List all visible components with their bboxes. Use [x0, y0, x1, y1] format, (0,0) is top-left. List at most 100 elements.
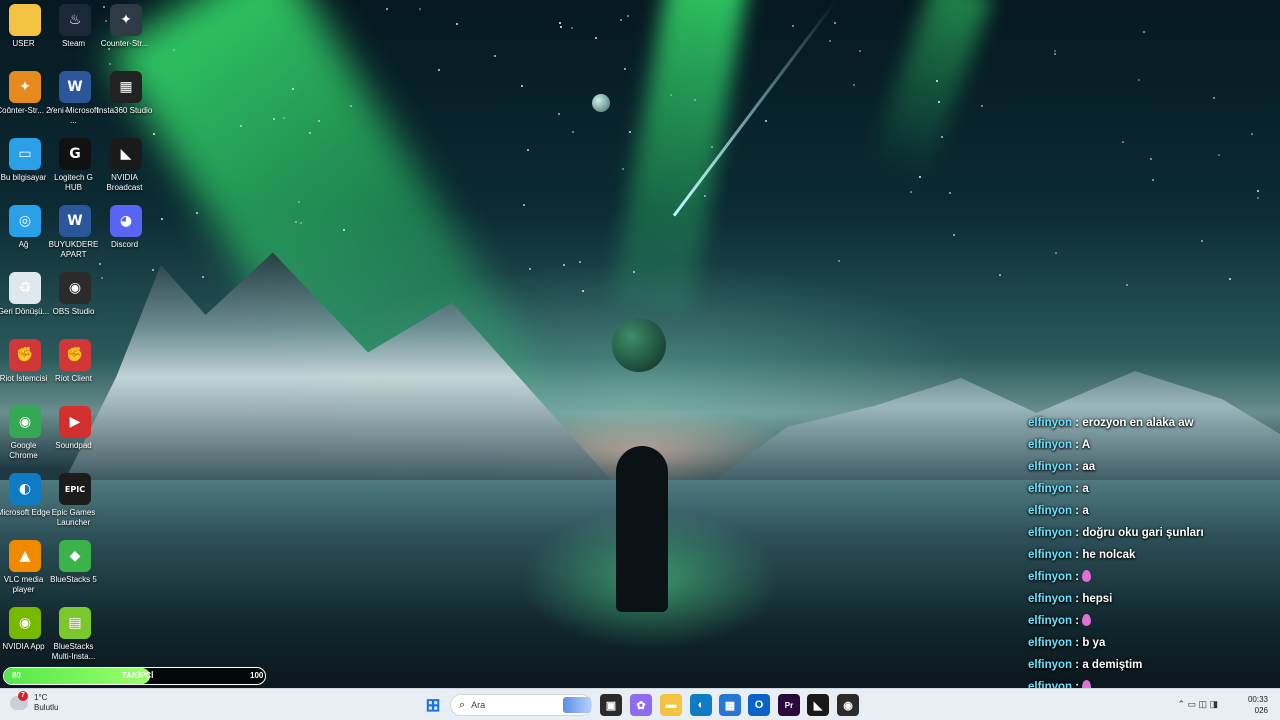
chat-message: elfinyon : — [1028, 568, 1280, 590]
desktop-icon[interactable]: ▲ VLC media player — [0, 540, 50, 604]
chat-username: elfinyon — [1028, 505, 1073, 517]
chat-text: erozyon en alaka aw — [1082, 417, 1194, 429]
desktop-icon[interactable]: EPIC Epic Games Launcher — [50, 473, 100, 537]
star — [1122, 141, 1124, 143]
star — [829, 40, 831, 42]
windows-start-icon[interactable]: ⊞ — [422, 694, 444, 716]
chat-message: elfinyon : he nolcak — [1028, 546, 1280, 568]
desktop-icon[interactable]: ✦ Counter-Str... 2 — [0, 71, 51, 135]
edge-icon: ◐ — [9, 473, 41, 505]
planet — [612, 318, 666, 372]
file-explorer-icon[interactable]: ▬ — [660, 694, 682, 716]
microsoft-store-icon[interactable]: ▦ — [719, 694, 741, 716]
star — [579, 261, 581, 263]
desktop-icon[interactable]: ✊ Riot İstemcisi — [0, 339, 50, 403]
desktop-icon[interactable]: ♻ Geri Dönüşü... — [0, 272, 50, 336]
desktop-icon-label: VLC media player — [3, 575, 44, 594]
nvidia-broadcast-icon[interactable]: ◣ — [807, 694, 829, 716]
copilot-icon[interactable]: ✿ — [630, 694, 652, 716]
task-view-icon[interactable]: ▣ — [600, 694, 622, 716]
desktop-icon-label: Soundpad — [55, 441, 92, 450]
chat-separator: : — [1072, 593, 1083, 605]
bluestacks-multi-icon: ▤ — [59, 607, 91, 639]
obs-studio-icon: ◉ — [59, 272, 91, 304]
star — [834, 22, 836, 24]
droplet-emote-icon — [1082, 570, 1092, 582]
weather-temperature: 1°C — [34, 693, 48, 702]
desktop-icon[interactable]: W Yeni Microsoft ... — [49, 71, 100, 135]
chat-message: elfinyon : doğru oku gari şunları — [1028, 524, 1280, 546]
desktop-icon[interactable]: ▶ Soundpad — [50, 406, 100, 470]
follower-goal-bar: 80 TAKİPÇİ 100 — [3, 667, 266, 685]
desktop-icon-label: Google Chrome — [9, 441, 38, 460]
star — [1201, 240, 1203, 242]
star — [853, 84, 855, 86]
outlook-icon[interactable]: O — [748, 694, 770, 716]
desktop-icon[interactable]: ◉ OBS Studio — [50, 272, 100, 336]
desktop-icon[interactable]: ▭ Bu bilgisayar — [0, 138, 50, 202]
desktop-icon[interactable]: ◎ Ağ — [0, 205, 50, 269]
desktop-icon[interactable]: G Logitech G HUB — [50, 138, 100, 202]
desktop-icon[interactable]: W BUYUKDERE APART — [49, 205, 100, 269]
desktop-icon-label: Counter-Str... 2 — [0, 106, 51, 115]
desktop-icon[interactable]: ◐ Microsoft Edge — [0, 473, 50, 537]
system-tray[interactable]: ⌃ ▭ ◫ ◨ — [1177, 699, 1218, 710]
follower-goal-label: TAKİPÇİ — [122, 671, 154, 680]
steam-icon: ♨ — [59, 4, 91, 36]
chat-text: a — [1082, 505, 1089, 517]
star — [101, 277, 103, 279]
star — [563, 264, 565, 266]
star — [1229, 278, 1231, 280]
desktop-icon-label: BUYUKDERE APART — [48, 240, 99, 259]
desktop-icon[interactable]: ▤ BlueStacks Multi-Insta... — [50, 607, 100, 671]
aurora-band — [611, 0, 749, 315]
desktop-icon[interactable]: ✦ Counter-Str... — [101, 4, 151, 68]
chat-separator: : — [1072, 417, 1083, 429]
chat-username: elfinyon — [1028, 571, 1073, 583]
word-document-icon: W — [59, 71, 91, 103]
chat-separator: : — [1072, 549, 1083, 561]
follower-goal-target: 100 — [250, 671, 264, 680]
star — [559, 22, 561, 24]
desktop-icon[interactable]: ◉ Google Chrome — [0, 406, 50, 470]
obs-studio-icon[interactable]: ◉ — [837, 694, 859, 716]
star — [529, 268, 531, 270]
search-highlight-icon — [563, 697, 591, 713]
desktop-icon[interactable]: ▦ Insta360 Studio — [97, 71, 152, 135]
desktop-icon-label: Yeni Microsoft ... — [48, 106, 99, 125]
star — [938, 101, 940, 103]
star — [283, 117, 285, 119]
star — [318, 120, 320, 122]
star — [456, 23, 458, 25]
desktop-icon[interactable]: ◕ Discord — [101, 205, 151, 269]
weather-widget[interactable]: 7 1°C Bulutlu — [10, 691, 58, 713]
notification-badge: 7 — [18, 691, 28, 701]
desktop-icon[interactable]: USER — [0, 4, 50, 68]
star — [981, 105, 983, 107]
chat-text: doğru oku gari şunları — [1082, 527, 1204, 539]
star — [859, 50, 861, 52]
this-pc-icon: ▭ — [9, 138, 41, 170]
clock[interactable]: 00:33 026 — [1248, 694, 1268, 716]
chat-username: elfinyon — [1028, 527, 1073, 539]
desktop-icon[interactable]: ◣ NVIDIA Broadcast — [101, 138, 151, 202]
star — [1138, 79, 1140, 81]
nvidia-app-icon: ◉ — [9, 607, 41, 639]
desktop-icon[interactable]: ◆ BlueStacks 5 — [50, 540, 100, 604]
star — [670, 94, 672, 96]
desktop-icon[interactable]: ♨ Steam — [50, 4, 100, 68]
desktop-icon-label: NVIDIA Broadcast — [106, 173, 143, 192]
chat-text: aa — [1082, 461, 1096, 473]
desktop-icon[interactable]: ✊ Riot Client — [50, 339, 100, 403]
epic-games-icon: EPIC — [59, 473, 91, 505]
star — [999, 274, 1001, 276]
star — [936, 80, 938, 82]
riot-client-icon: ✊ — [59, 339, 91, 371]
chrome-icon: ◉ — [9, 406, 41, 438]
edge-icon[interactable]: ◐ — [690, 694, 712, 716]
star — [1213, 97, 1215, 99]
premiere-icon[interactable]: Pr — [778, 694, 800, 716]
star — [350, 105, 352, 107]
desktop-icon[interactable]: ◉ NVIDIA App — [0, 607, 50, 671]
taskbar-search[interactable]: ⌕ Ara — [450, 694, 592, 716]
